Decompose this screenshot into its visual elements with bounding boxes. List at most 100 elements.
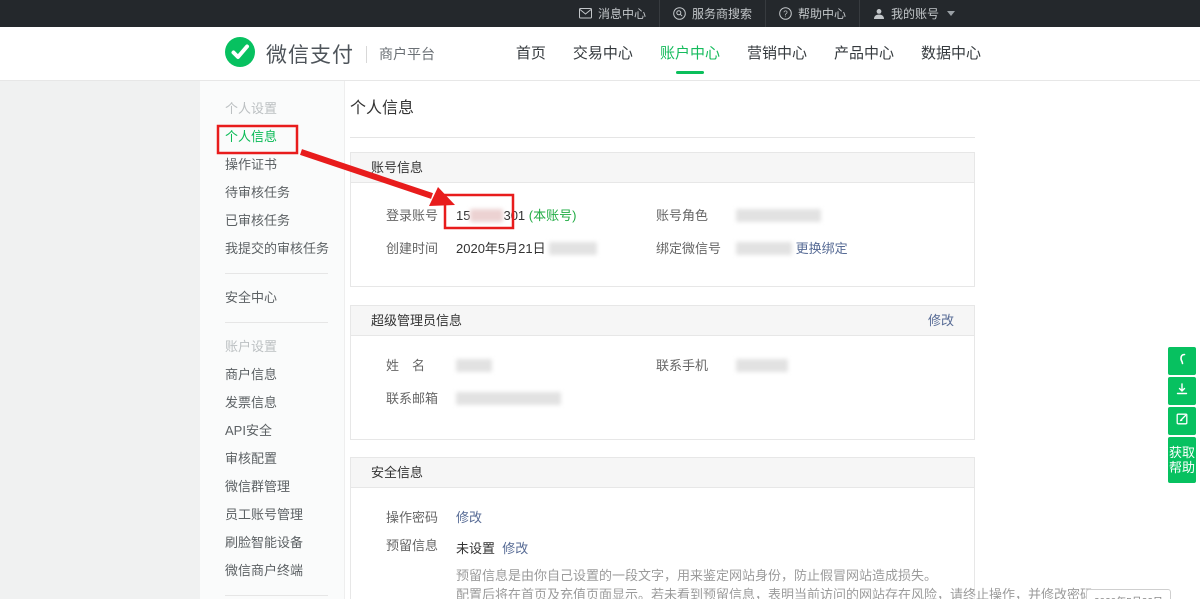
sidebar-divider	[225, 273, 328, 274]
login-account-row: 登录账号 15301 (本账号) 账号角色	[351, 199, 974, 232]
created-time-label: 创建时间	[386, 232, 438, 265]
topbar-item-label: 服务商搜索	[692, 5, 752, 22]
redacted-login-middle	[470, 209, 503, 222]
sidebar-item-operation-certificate[interactable]: 操作证书	[225, 151, 344, 179]
search-circle-icon	[673, 7, 686, 20]
envelope-icon	[579, 8, 592, 19]
card-title: 安全信息	[371, 458, 423, 487]
redacted-created-time	[549, 242, 597, 255]
main-content: 个人信息 账号信息 登录账号 15301 (本账号) 账号角色 创建时间	[350, 81, 975, 599]
account-info-card: 账号信息 登录账号 15301 (本账号) 账号角色 创建时间 2020年5月2…	[350, 152, 975, 287]
floating-help-stack: 获取帮助	[1168, 347, 1196, 483]
sidebar-item-wechat-group-mgmt[interactable]: 微信群管理	[225, 473, 344, 501]
service-link-button[interactable]	[1168, 347, 1196, 375]
modify-admin-link[interactable]: 修改	[928, 306, 954, 335]
created-time-row: 创建时间 2020年5月21日 绑定微信号 更换绑定	[351, 232, 974, 265]
contact-email-label: 联系邮箱	[386, 382, 438, 415]
sidebar-item-my-submitted-tasks[interactable]: 我提交的审核任务	[225, 235, 344, 263]
sidebar-item-invoice-info[interactable]: 发票信息	[225, 389, 344, 417]
link-icon	[1175, 352, 1189, 371]
edit-icon	[1175, 412, 1189, 431]
topbar-item-label: 帮助中心	[798, 5, 846, 22]
super-admin-card-header: 超级管理员信息 修改	[351, 306, 974, 336]
nav-account-center[interactable]: 账户中心	[660, 27, 720, 81]
card-title: 账号信息	[371, 153, 423, 182]
sidebar-item-reviewed-tasks[interactable]: 已审核任务	[225, 207, 344, 235]
account-role-label: 账号角色	[656, 199, 708, 232]
current-account-tag: (本账号)	[529, 208, 577, 223]
security-info-card-header: 安全信息	[351, 458, 974, 488]
top-utility-bar: 消息中心 服务商搜索 ? 帮助中心 我的账号	[0, 0, 1200, 27]
title-divider	[350, 137, 975, 138]
logo-subtitle: 商户平台	[379, 44, 435, 64]
question-circle-icon: ?	[779, 7, 792, 20]
chevron-down-icon	[947, 11, 955, 16]
page-title: 个人信息	[350, 81, 975, 118]
sidebar: 个人设置 个人信息 操作证书 待审核任务 已审核任务 我提交的审核任务 安全中心…	[200, 81, 345, 599]
left-gutter	[0, 81, 200, 599]
download-icon	[1175, 382, 1189, 401]
security-info-card: 安全信息 操作密码 修改 预留信息 未设置 修改 预留信息是由你自己设置的一段文…	[350, 457, 975, 599]
sidebar-item-merchant-terminal[interactable]: 微信商户终端	[225, 557, 344, 585]
date-chip: 2020年5月22日	[1086, 589, 1171, 599]
admin-name-row: 姓 名 联系手机	[351, 349, 974, 382]
sidebar-section-account-settings: 账户设置	[225, 333, 344, 361]
redacted-email	[456, 392, 561, 405]
sidebar-item-face-device[interactable]: 刷脸智能设备	[225, 529, 344, 557]
sidebar-item-security-center[interactable]: 安全中心	[225, 284, 344, 312]
operation-password-row: 操作密码 修改	[351, 504, 974, 532]
contact-phone-label: 联系手机	[656, 349, 708, 382]
user-icon	[873, 8, 885, 20]
sidebar-divider	[225, 322, 328, 323]
logo-title: 微信支付	[266, 39, 354, 69]
bound-wechat-label: 绑定微信号	[656, 232, 721, 265]
sidebar-item-api-security[interactable]: API安全	[225, 417, 344, 445]
sidebar-item-staff-account-mgmt[interactable]: 员工账号管理	[225, 501, 344, 529]
nav-marketing-center[interactable]: 营销中心	[747, 27, 807, 81]
nav-data-center[interactable]: 数据中心	[921, 27, 981, 81]
name-value	[456, 349, 492, 382]
message-center-link[interactable]: 消息中心	[566, 0, 659, 27]
svg-text:?: ?	[783, 9, 788, 18]
operation-password-label: 操作密码	[386, 504, 438, 532]
help-center-link[interactable]: ? 帮助中心	[765, 0, 859, 27]
get-help-button[interactable]: 获取帮助	[1168, 437, 1196, 483]
nav-transaction-center[interactable]: 交易中心	[573, 27, 633, 81]
contact-email-value	[456, 382, 561, 415]
sidebar-item-review-config[interactable]: 审核配置	[225, 445, 344, 473]
wechat-pay-merchant-platform: 消息中心 服务商搜索 ? 帮助中心 我的账号 微信支付	[0, 0, 1200, 599]
redacted-wechat-id	[736, 242, 792, 255]
service-provider-search-link[interactable]: 服务商搜索	[659, 0, 765, 27]
modify-password-link[interactable]: 修改	[456, 504, 482, 532]
created-time-value: 2020年5月21日	[456, 232, 597, 265]
site-header: 微信支付 商户平台 首页 交易中心 账户中心 营销中心 产品中心 数据中心	[0, 27, 1200, 81]
nav-home[interactable]: 首页	[516, 27, 546, 81]
account-role-value	[736, 199, 821, 232]
redacted-phone	[736, 359, 788, 372]
name-label: 姓 名	[386, 349, 425, 382]
redacted-name	[456, 359, 492, 372]
my-account-menu[interactable]: 我的账号	[859, 0, 968, 27]
reserve-info-description: 预留信息是由你自己设置的一段文字，用来鉴定网站身份，防止假冒网站造成损失。 配置…	[351, 566, 974, 599]
logo-divider	[366, 46, 367, 63]
login-account-label: 登录账号	[386, 199, 438, 232]
redacted-role	[736, 209, 821, 222]
sidebar-divider	[225, 595, 328, 596]
sidebar-item-merchant-info[interactable]: 商户信息	[225, 361, 344, 389]
wechat-pay-logo-icon	[224, 36, 256, 73]
bound-wechat-value: 更换绑定	[736, 232, 848, 265]
logo[interactable]: 微信支付 商户平台	[224, 27, 435, 81]
feedback-button[interactable]	[1168, 407, 1196, 435]
modify-reserve-link[interactable]: 修改	[502, 541, 528, 556]
sidebar-section-personal-settings: 个人设置	[225, 95, 344, 123]
reserve-info-status: 未设置 修改	[456, 532, 528, 565]
nav-product-center[interactable]: 产品中心	[834, 27, 894, 81]
admin-email-row: 联系邮箱	[351, 382, 974, 415]
download-button[interactable]	[1168, 377, 1196, 405]
sidebar-item-pending-review-tasks[interactable]: 待审核任务	[225, 179, 344, 207]
reserve-info-row: 预留信息 未设置 修改	[351, 532, 974, 560]
sidebar-item-personal-info[interactable]: 个人信息	[225, 123, 344, 151]
topbar-item-label: 消息中心	[598, 5, 646, 22]
login-account-value: 15301 (本账号)	[456, 199, 576, 232]
change-binding-link[interactable]: 更换绑定	[796, 241, 848, 256]
